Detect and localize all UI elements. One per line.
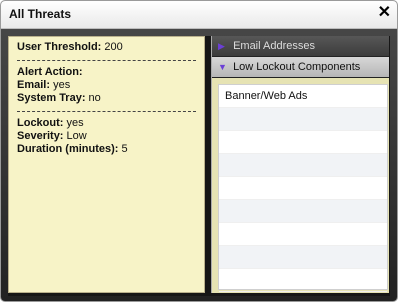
email-label: Email: bbox=[17, 79, 51, 91]
list-item[interactable] bbox=[219, 108, 387, 131]
email-addresses-label: Email Addresses bbox=[233, 40, 315, 52]
duration-value: 5 bbox=[121, 143, 128, 155]
alert-action-label: Alert Action: bbox=[17, 66, 83, 78]
list-item[interactable]: Banner/Web Ads bbox=[219, 85, 387, 108]
window-title: All Threats bbox=[9, 7, 72, 21]
components-list: Banner/Web Ads bbox=[218, 84, 388, 292]
list-item[interactable] bbox=[219, 269, 387, 292]
list-item[interactable] bbox=[219, 177, 387, 200]
lockout-label: Lockout: bbox=[17, 117, 64, 129]
triangle-right-icon: ▶ bbox=[218, 41, 225, 51]
system-tray-label: System Tray: bbox=[17, 92, 86, 104]
email-value: yes bbox=[53, 79, 71, 91]
user-threshold-row: User Threshold: 200 bbox=[17, 41, 196, 54]
severity-row: Severity: Low bbox=[17, 130, 196, 143]
lockout-value: yes bbox=[66, 117, 84, 129]
list-item[interactable] bbox=[219, 154, 387, 177]
user-threshold-label: User Threshold: bbox=[17, 41, 102, 53]
system-tray-row: System Tray: no bbox=[17, 92, 196, 105]
list-item[interactable] bbox=[219, 131, 387, 154]
email-addresses-header[interactable]: ▶ Email Addresses bbox=[212, 36, 389, 57]
alert-action-row: Alert Action: bbox=[17, 66, 196, 79]
list-item[interactable] bbox=[219, 223, 387, 246]
duration-row: Duration (minutes): 5 bbox=[17, 143, 196, 156]
severity-label: Severity: bbox=[17, 130, 64, 142]
close-icon[interactable]: ✕ bbox=[378, 4, 391, 22]
low-lockout-components-header[interactable]: ▼ Low Lockout Components bbox=[212, 57, 389, 78]
threats-window: All Threats ✕ User Threshold: 200 Alert … bbox=[0, 0, 398, 302]
title-bar: All Threats ✕ bbox=[1, 1, 397, 29]
email-row: Email: yes bbox=[17, 79, 196, 92]
severity-value: Low bbox=[66, 130, 87, 142]
divider bbox=[17, 111, 196, 112]
list-item[interactable] bbox=[219, 200, 387, 223]
system-tray-value: no bbox=[88, 92, 101, 104]
list-item[interactable] bbox=[219, 246, 387, 269]
triangle-down-icon: ▼ bbox=[218, 62, 227, 72]
threat-summary-panel: User Threshold: 200 Alert Action: Email:… bbox=[8, 36, 205, 293]
duration-label: Duration (minutes): bbox=[17, 143, 119, 155]
details-panel: ▶ Email Addresses ▼ Low Lockout Componen… bbox=[211, 36, 389, 293]
divider bbox=[17, 60, 196, 61]
low-lockout-components-label: Low Lockout Components bbox=[233, 61, 361, 73]
user-threshold-value: 200 bbox=[104, 41, 123, 53]
lockout-row: Lockout: yes bbox=[17, 117, 196, 130]
content-area: User Threshold: 200 Alert Action: Email:… bbox=[8, 36, 390, 296]
